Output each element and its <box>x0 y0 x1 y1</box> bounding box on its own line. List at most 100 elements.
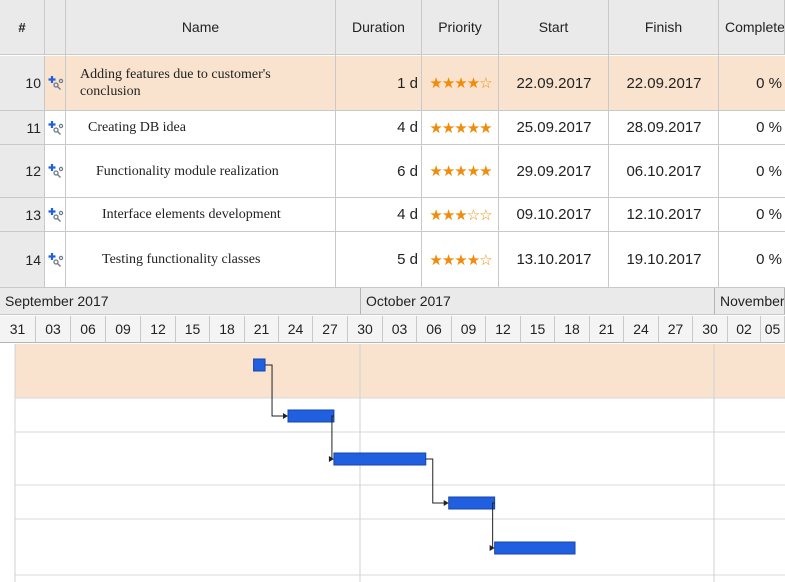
gantt-task-bar[interactable] <box>333 452 427 466</box>
task-name[interactable]: Adding features due to customer's conclu… <box>66 56 336 110</box>
task-name[interactable]: Interface elements development <box>66 198 336 231</box>
timeline-day: 09 <box>452 316 486 343</box>
task-row[interactable]: 12 Functionality module realization 6 d ★ ★ ★… <box>0 145 785 197</box>
task-name-text: Testing functionality classes <box>102 252 261 267</box>
task-row[interactable]: 10 Adding features due to customer's conc… <box>0 56 785 110</box>
star-empty-icon: ☆ <box>479 206 492 224</box>
timeline-day: 05 <box>761 316 785 343</box>
task-number: 14 <box>0 232 45 287</box>
star-filled-icon: ★ <box>441 119 455 137</box>
task-complete-percent: 0 % <box>756 74 782 92</box>
column-header-start[interactable]: Start <box>499 0 609 55</box>
timeline-day: 15 <box>176 316 210 343</box>
timeline-day: 21 <box>590 316 624 343</box>
task-finish-date: 06.10.2017 <box>626 162 702 180</box>
task-start-date: 22.09.2017 <box>516 74 592 92</box>
dependency-arrow-icon <box>328 456 334 462</box>
timeline-month: November 2017 <box>715 288 785 315</box>
timeline-day: 31 <box>0 316 36 343</box>
task-name-text: Functionality module realization <box>96 163 279 179</box>
task-priority-rating[interactable]: ★ ★ ★ ★ ★ <box>422 145 499 197</box>
column-header-num[interactable]: # <box>0 0 45 55</box>
column-header-duration[interactable]: Duration <box>336 0 422 55</box>
timeline-day: 06 <box>71 316 106 343</box>
dependency-link <box>490 502 495 549</box>
star-empty-icon: ☆ <box>479 75 492 92</box>
star-filled-icon: ★ <box>441 163 455 180</box>
star-filled-icon: ★ <box>429 119 442 137</box>
star-empty-icon: ☆ <box>479 251 492 269</box>
star-filled-icon: ★ <box>466 75 480 92</box>
dependency-arrow-icon <box>283 413 288 419</box>
grid-line <box>608 55 609 287</box>
task-start-date: 25.09.2017 <box>516 119 592 136</box>
task-name-text: Adding features due to customer's conclu… <box>80 67 271 99</box>
star-filled-icon: ★ <box>466 119 480 137</box>
star-empty-icon: ☆ <box>466 206 480 224</box>
task-duration: 4 d <box>397 119 418 136</box>
star-filled-icon: ★ <box>441 75 455 92</box>
timeline-month: October 2017 <box>361 288 715 315</box>
task-complete-percent: 0 % <box>756 162 782 180</box>
task-priority-rating[interactable]: ★ ★ ★ ★ ★ <box>422 111 499 144</box>
task-priority-rating[interactable]: ★ ★ ★ ★ ☆ <box>422 232 499 287</box>
link-plus-icon[interactable] <box>45 111 66 144</box>
timeline-day: 24 <box>624 316 659 343</box>
task-row[interactable]: 14 Testing functionality classes 5 d ★ ★ ★ ★ ☆ 1… <box>0 232 785 287</box>
task-number: 11 <box>0 111 45 144</box>
task-name[interactable]: Testing functionality classes <box>66 232 336 287</box>
star-filled-icon: ★ <box>454 206 467 224</box>
grid-line <box>65 55 66 287</box>
task-name[interactable]: Functionality module realization <box>66 145 336 197</box>
column-header-priority[interactable]: Priority <box>422 0 499 55</box>
task-row[interactable]: 11 Creating DB idea 4 d ★ ★ ★ ★ ★ 25.09.2017 28.0… <box>0 111 785 144</box>
timeline-day: 06 <box>417 316 452 343</box>
gantt-task-bar[interactable] <box>494 541 576 555</box>
grid-line <box>498 55 499 287</box>
column-header-finish[interactable]: Finish <box>609 0 719 55</box>
grid-line <box>0 231 785 232</box>
task-finish-date: 28.09.2017 <box>626 119 702 136</box>
task-name[interactable]: Creating DB idea <box>66 111 336 144</box>
grid-line <box>421 55 422 287</box>
dependency-link <box>425 458 445 504</box>
gantt-lane-highlight <box>15 344 785 398</box>
timeline-day: 15 <box>521 316 555 343</box>
task-name-text: Interface elements development <box>102 207 281 222</box>
task-finish-date: 12.10.2017 <box>626 206 702 223</box>
link-plus-icon[interactable] <box>45 198 66 231</box>
task-finish-date: 22.09.2017 <box>626 74 702 92</box>
star-filled-icon: ★ <box>429 163 442 180</box>
task-priority-rating[interactable]: ★ ★ ★ ☆ ☆ <box>422 198 499 231</box>
task-number: 10 <box>0 56 45 110</box>
column-header-complete[interactable]: Complete <box>719 0 785 55</box>
task-start-date: 13.10.2017 <box>516 251 592 268</box>
gantt-task-bar[interactable] <box>448 496 496 510</box>
timeline-day: 09 <box>106 316 141 343</box>
gantt-task-bar[interactable] <box>287 409 335 423</box>
task-duration: 4 d <box>397 206 418 223</box>
column-header-name[interactable]: Name <box>66 0 336 55</box>
task-number: 13 <box>0 198 45 231</box>
timeline-day: 30 <box>693 316 728 343</box>
timeline-day: 03 <box>36 316 71 343</box>
link-plus-icon[interactable] <box>45 56 66 110</box>
star-filled-icon: ★ <box>429 251 442 269</box>
task-finish-date: 19.10.2017 <box>626 251 702 268</box>
grid-line <box>0 144 785 145</box>
link-plus-icon[interactable] <box>45 232 66 287</box>
timeline-day: 12 <box>486 316 521 343</box>
star-filled-icon: ★ <box>479 163 492 180</box>
link-plus-icon[interactable] <box>45 145 66 197</box>
grid-line <box>0 110 785 111</box>
star-filled-icon: ★ <box>466 163 480 180</box>
timeline-day: 18 <box>555 316 590 343</box>
timeline-day: 02 <box>728 316 761 343</box>
task-priority-rating[interactable]: ★ ★ ★ ★ ☆ <box>422 56 499 110</box>
task-row[interactable]: 13 Interface elements development 4 d ★ ★ ★ ☆ ☆… <box>0 198 785 231</box>
gantt-task-bar[interactable] <box>253 358 266 372</box>
star-filled-icon: ★ <box>429 206 442 224</box>
star-filled-icon: ★ <box>454 163 467 180</box>
star-filled-icon: ★ <box>441 251 455 269</box>
column-header-icon[interactable] <box>45 0 66 55</box>
